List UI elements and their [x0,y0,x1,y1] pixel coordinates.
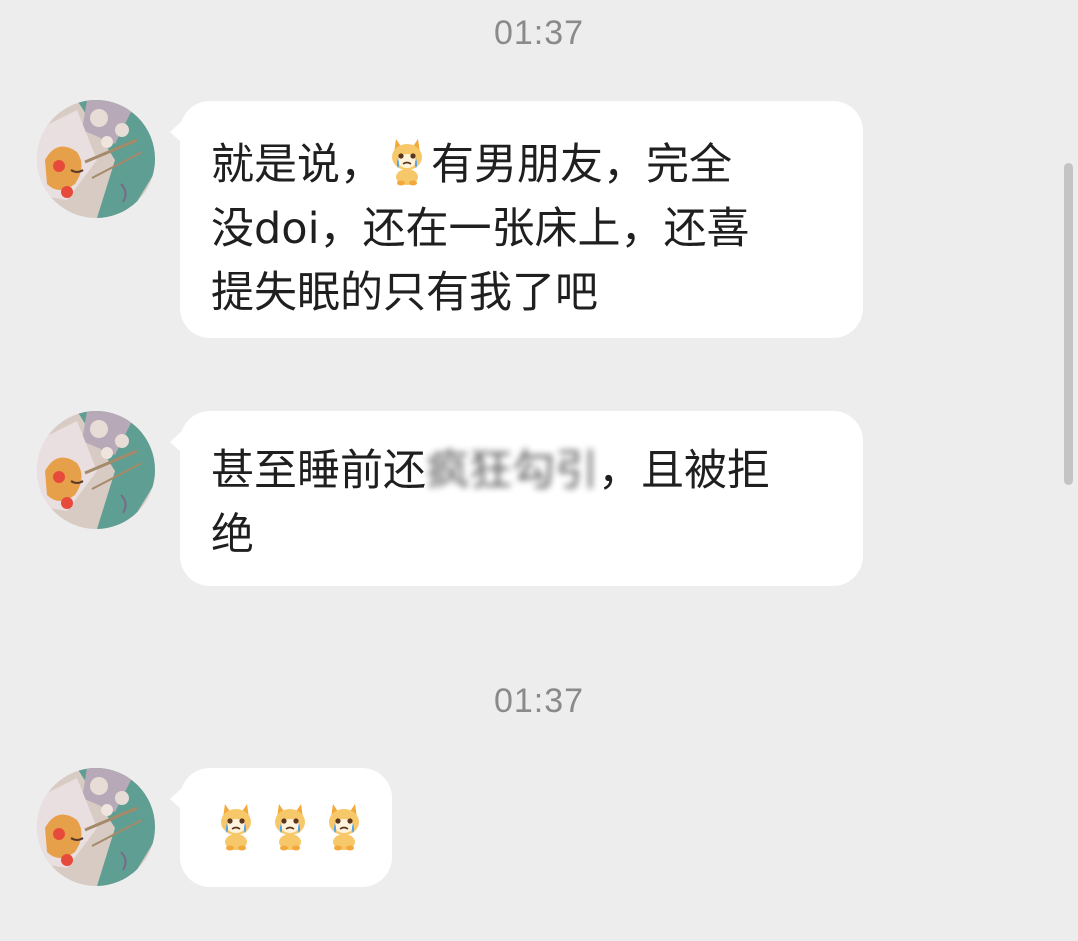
message-text: 甚至睡前还疯狂勾引，且被拒 绝 [211,439,863,567]
crying-dog-emoji-icon [216,802,256,852]
contact-avatar[interactable] [37,768,155,886]
message-text-segment: 有男朋友，完全 [431,140,732,190]
message-text-line: 没doi，还在一张床上，还喜 [211,204,750,254]
message-text-segment: 就是说， [211,140,383,190]
message-text-line: 提失眠的只有我了吧 [211,268,598,318]
avatar-icon [37,100,155,218]
message-bubble[interactable]: 甚至睡前还疯狂勾引，且被拒 绝 [170,411,863,586]
message-text-segment: ，且被拒 [598,446,770,496]
crying-dog-emoji-icon [385,137,429,187]
message-text-segment: 甚至睡前还 [211,446,426,496]
blurred-text-segment: 疯狂勾引 [426,446,598,496]
message-text-line: 绝 [211,510,254,560]
scrollbar-thumb[interactable] [1064,163,1073,485]
contact-avatar[interactable] [37,100,155,218]
crying-dog-emoji-icon [270,802,310,852]
timestamp: 01:37 [493,14,585,52]
message-bubble[interactable]: 就是说， 有男朋友，完全 没doi，还在一张床上，还喜 提失眠的只有我了吧 [170,101,863,338]
avatar-icon [37,768,155,886]
avatar-icon [37,411,155,529]
contact-avatar[interactable] [37,411,155,529]
message-bubble[interactable] [170,768,392,887]
timestamp: 01:37 [493,682,585,720]
emoji-message [216,802,392,852]
message-text: 就是说， 有男朋友，完全 没doi，还在一张床上，还喜 提失眠的只有我了吧 [211,133,863,325]
crying-dog-emoji-icon [324,802,364,852]
